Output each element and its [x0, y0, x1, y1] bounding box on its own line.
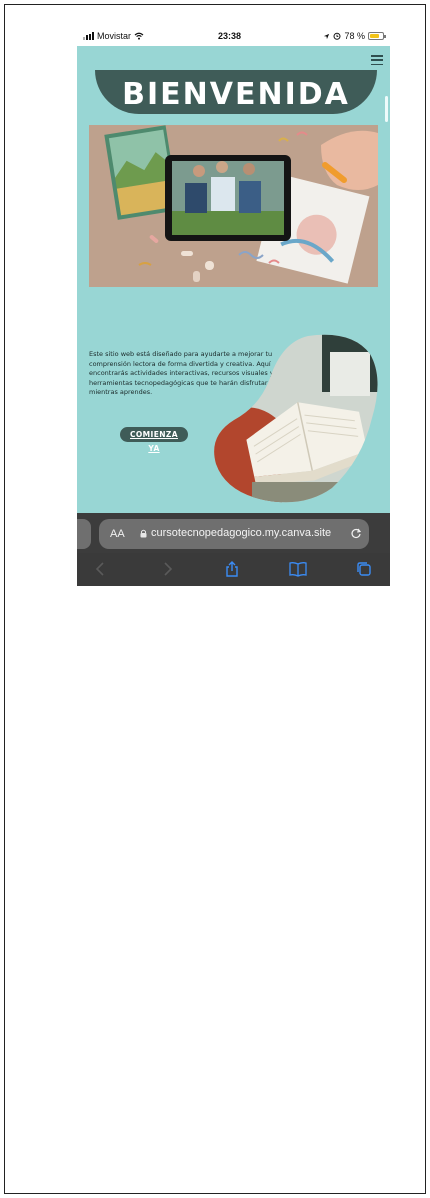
- wifi-icon: [134, 32, 144, 40]
- battery-icon: [368, 32, 386, 40]
- previous-tab-preview[interactable]: [77, 519, 91, 549]
- url-text[interactable]: cursotecnopedagogico.my.canva.site: [151, 527, 331, 539]
- browser-toolbar: [77, 553, 390, 586]
- reload-icon[interactable]: [350, 527, 362, 539]
- bookmarks-icon[interactable]: [289, 561, 307, 577]
- location-icon: [324, 33, 330, 39]
- tabs-icon[interactable]: [356, 561, 372, 577]
- scroll-indicator[interactable]: [385, 96, 388, 122]
- battery-fill: [370, 34, 380, 38]
- cta-label-line1[interactable]: COMIENZA: [77, 430, 231, 439]
- address-bar[interactable]: AA cursotecnopedagogico.my.canva.site: [99, 519, 369, 549]
- cta-label-line2[interactable]: YA: [77, 444, 231, 453]
- banner-title: BIENVENIDA: [122, 77, 350, 112]
- hero-image: [89, 125, 378, 287]
- menu-icon[interactable]: [371, 55, 383, 65]
- back-icon[interactable]: [93, 561, 109, 577]
- alarm-icon: [333, 32, 341, 40]
- books-blob-image: [214, 334, 378, 503]
- status-right: 78 %: [323, 31, 386, 41]
- signal-icon: [83, 32, 94, 40]
- browser-address-area: AA cursotecnopedagogico.my.canva.site: [77, 513, 390, 553]
- welcome-banner: BIENVENIDA: [95, 70, 377, 114]
- status-left: Movistar: [83, 31, 144, 41]
- clock: 23:38: [218, 31, 242, 41]
- phone-screen: Movistar 23:38 78 % BIENVENIDA Este siti…: [77, 28, 390, 586]
- battery-percent: 78 %: [344, 31, 365, 41]
- text-size-button[interactable]: AA: [110, 528, 125, 540]
- forward-icon[interactable]: [159, 561, 175, 577]
- share-icon[interactable]: [224, 561, 240, 577]
- lock-icon: [140, 529, 147, 538]
- status-bar: Movistar 23:38 78 %: [77, 28, 390, 46]
- carrier-label: Movistar: [97, 31, 132, 41]
